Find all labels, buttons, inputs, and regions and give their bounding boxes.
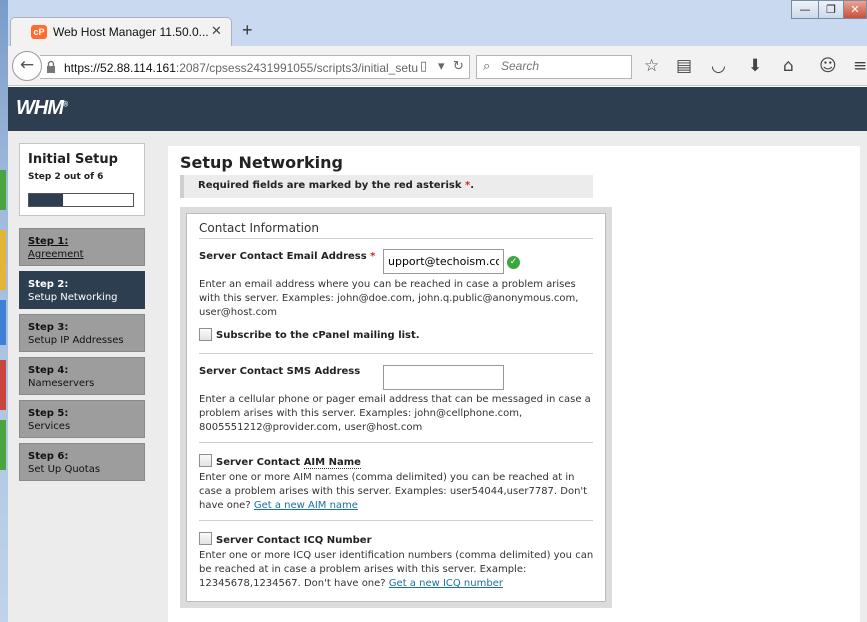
url-text: https://52.88.114.161:2087/cpsess2431991… [64,61,419,75]
divider [199,442,593,443]
icq-label: Server Contact ICQ Number [216,535,372,546]
reader-view-icon[interactable]: ▯ [420,59,427,74]
aim-description: Enter one or more AIM names (comma delim… [199,472,588,511]
divider [199,520,593,521]
sidebar-step-services[interactable]: Step 5: Services [19,400,145,438]
reload-icon[interactable]: ↻ [453,59,464,74]
sidebar-step-agreement[interactable]: Step 1: Agreement [19,228,145,266]
sidebar-step-networking[interactable]: Step 2: Setup Networking [19,271,145,309]
aim-checkbox[interactable] [199,454,212,467]
maximize-button[interactable]: ❐ [818,0,844,19]
whm-logo[interactable]: WHM® [16,97,68,120]
icq-description: Enter one or more ICQ user identificatio… [199,550,594,589]
setup-progress-bar [28,193,134,207]
navigation-toolbar: https://52.88.114.161:2087/cpsess2431991… [8,46,867,86]
email-label: Server Contact Email Address * [199,251,376,262]
bookmarks-list-icon[interactable]: ▤ [676,56,692,76]
dropdown-arrow-icon[interactable]: ▾ [438,59,445,74]
setup-title: Initial Setup [28,152,118,167]
sms-description: Enter a cellular phone or pager email ad… [199,394,591,433]
sidebar-step-ip-addresses[interactable]: Step 3: Setup IP Addresses [19,314,145,352]
address-bar[interactable]: https://52.88.114.161:2087/cpsess2431991… [40,55,470,79]
divider [199,353,593,354]
icq-checkbox[interactable] [199,532,212,545]
search-icon: ⌕ [483,59,491,74]
menu-icon[interactable]: ≡ [853,56,867,76]
valid-check-icon: ✓ [507,256,520,269]
bookmark-star-icon[interactable]: ☆ [644,56,659,76]
hello-icon[interactable]: ☺ [819,56,837,76]
download-icon[interactable]: ⬇ [748,56,762,76]
window-close-button[interactable]: ✕ [843,0,867,19]
step-counter: Step 2 out of 6 [28,172,104,182]
browser-tab[interactable]: cP Web Host Manager 11.50.0... ✕ [10,17,232,47]
tab-close-icon[interactable]: ✕ [211,24,222,39]
sms-field[interactable] [383,365,504,390]
search-box[interactable]: ⌕ [476,55,632,79]
aim-label: Server Contact AIM Name [216,457,361,469]
email-description: Enter an email address where you can be … [199,279,579,318]
sms-label: Server Contact SMS Address [199,366,361,377]
icq-link[interactable]: Get a new ICQ number [389,578,503,589]
page-title: Setup Networking [180,153,343,172]
section-title: Contact Information [199,221,319,235]
whm-header: WHM® [8,87,867,131]
sidebar-step-nameservers[interactable]: Step 4: Nameservers [19,357,145,395]
divider [199,238,593,239]
mailing-list-label: Subscribe to the cPanel mailing list. [216,330,420,341]
email-field[interactable] [383,249,504,274]
minimize-button[interactable]: — [791,0,819,19]
search-input[interactable] [501,59,621,73]
cpanel-favicon-icon: cP [31,25,47,39]
aim-link[interactable]: Get a new AIM name [254,500,358,511]
pocket-icon[interactable]: ◡ [711,56,726,76]
back-button[interactable]: ← [12,51,42,81]
new-tab-icon[interactable]: + [242,20,253,41]
window-left-edge [0,0,8,622]
sidebar-step-quotas[interactable]: Step 6: Set Up Quotas [19,443,145,481]
tab-title: Web Host Manager 11.50.0... [53,25,209,39]
mailing-list-checkbox[interactable] [199,328,212,341]
required-fields-note: Required fields are marked by the red as… [180,175,593,198]
home-icon[interactable]: ⌂ [783,56,794,76]
lock-icon [47,60,55,73]
setup-progress-box: Initial Setup Step 2 out of 6 [19,143,145,216]
